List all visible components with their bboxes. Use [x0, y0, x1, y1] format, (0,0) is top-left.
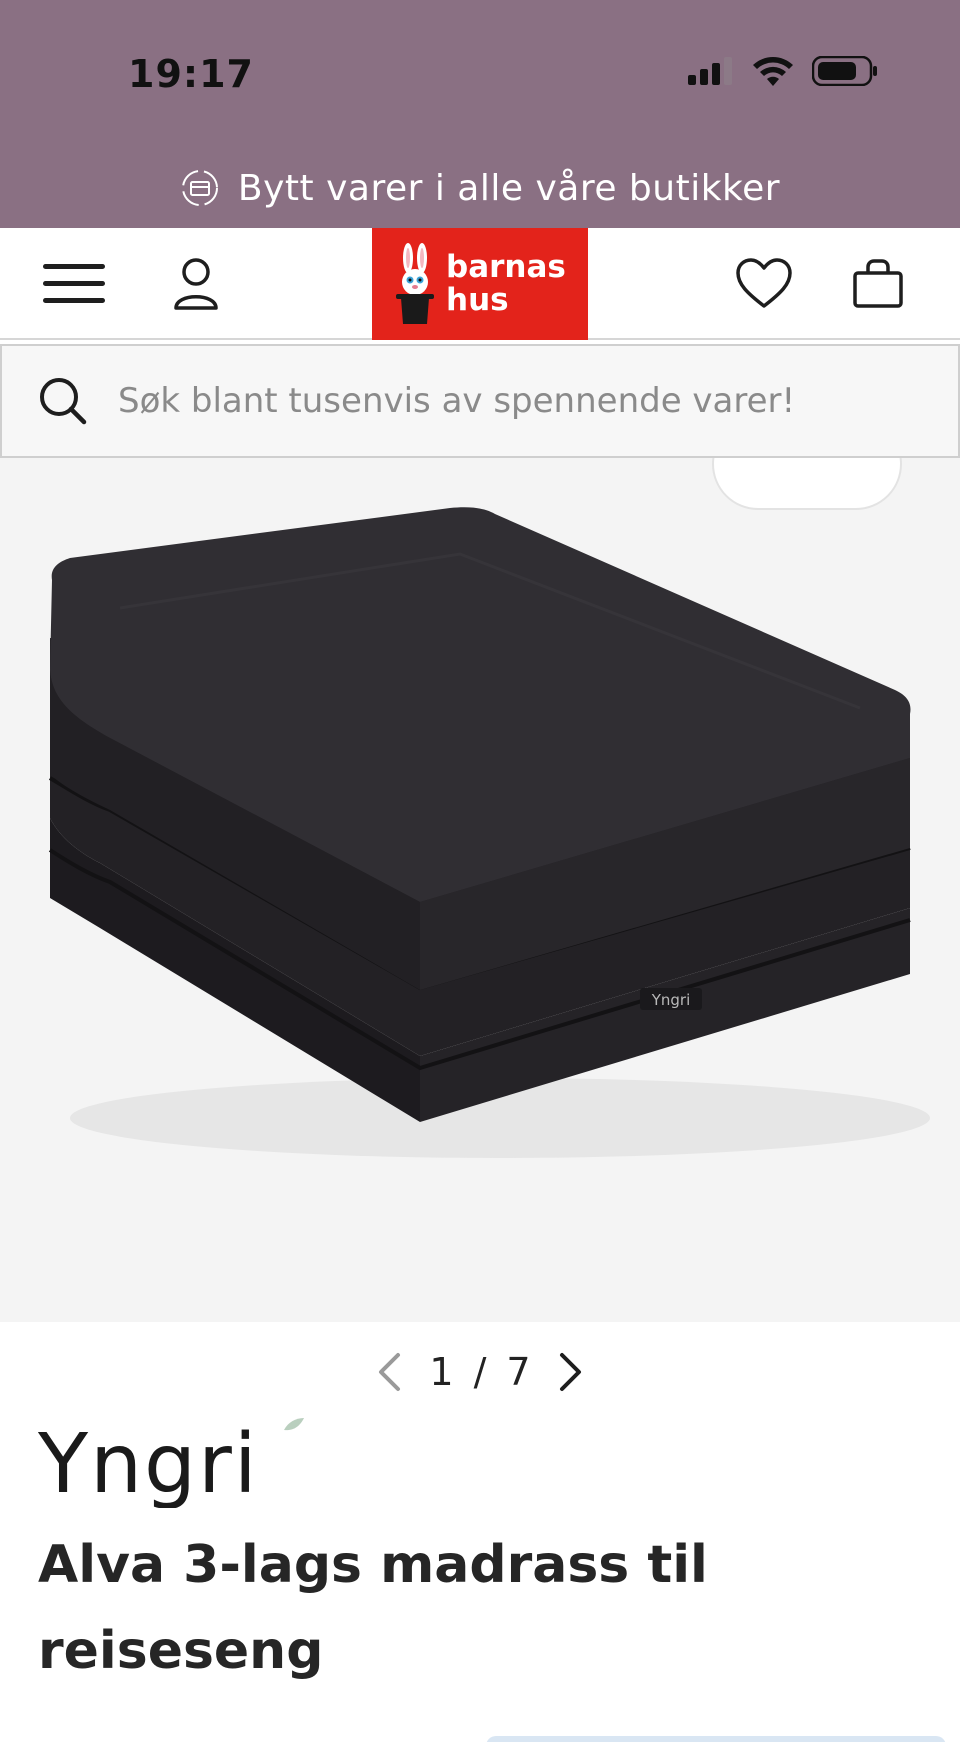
heart-icon: [736, 258, 792, 308]
user-icon: [174, 258, 218, 310]
account-button[interactable]: [160, 250, 232, 318]
brand-name: Yngri: [38, 1418, 259, 1508]
status-time: 19:17: [128, 52, 254, 96]
product-image-mattress: Yngri: [48, 507, 930, 1158]
search-icon[interactable]: [38, 376, 88, 426]
wifi-icon: [753, 57, 793, 86]
shopping-bag-icon: [853, 259, 903, 308]
chevron-left-icon: [379, 1353, 401, 1391]
promo-bar[interactable]: Bytt varer i alle våre butikker: [0, 158, 960, 218]
status-bar: 19:17: [0, 0, 960, 150]
pager-total: 7: [506, 1350, 531, 1394]
wishlist-button[interactable]: [728, 250, 800, 318]
prev-image-button[interactable]: [369, 1348, 409, 1396]
search-input[interactable]: [118, 381, 938, 421]
pager-current: 1: [429, 1350, 454, 1394]
next-image-button[interactable]: [551, 1348, 591, 1396]
pager-separator: /: [473, 1350, 487, 1394]
logo-line2: hus: [446, 282, 509, 318]
status-icons: [686, 56, 878, 86]
bottom-floating-element[interactable]: [486, 1736, 946, 1742]
exchange-box-icon: [181, 170, 218, 206]
gallery-pager: 1 / 7: [0, 1340, 960, 1404]
mattress-brand-tag: Yngri: [651, 991, 691, 1009]
brand-logo-yngri[interactable]: Yngri: [38, 1418, 338, 1508]
menu-button[interactable]: [38, 250, 110, 318]
logo-wordmark: barnas hus: [446, 251, 566, 317]
chevron-right-icon: [559, 1353, 581, 1391]
product-title: Alva 3-lags madrass til reiseseng: [38, 1535, 708, 1681]
search-bar[interactable]: [0, 344, 960, 458]
rabbit-in-hat-icon: [396, 243, 434, 324]
barnas-hus-logo[interactable]: barnas hus: [372, 228, 588, 340]
promo-text: Bytt varer i alle våre butikker: [237, 167, 781, 209]
hamburger-menu-icon: [43, 264, 105, 303]
product-image-gallery[interactable]: Yngri: [0, 458, 960, 1322]
logo-line1: barnas: [446, 249, 566, 285]
site-header: barnas hus: [0, 228, 960, 340]
cellular-signal-icon: [688, 57, 732, 85]
cart-button[interactable]: [842, 250, 914, 318]
battery-icon: [812, 56, 877, 86]
